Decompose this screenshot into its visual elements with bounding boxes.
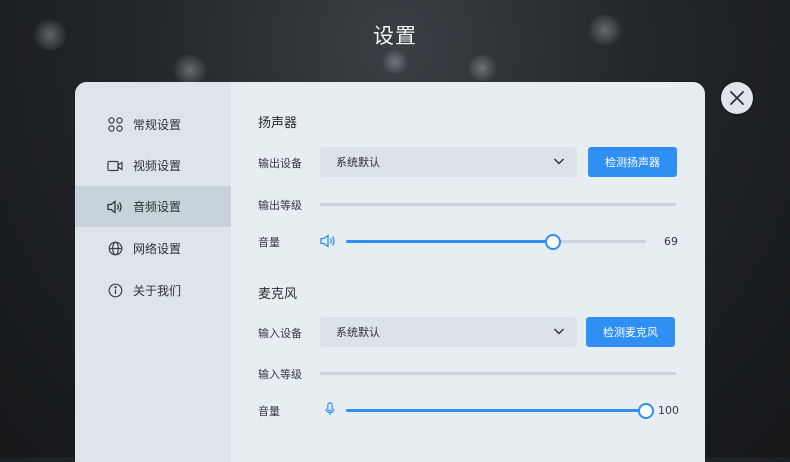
sidebar-item-label: 网络设置 — [133, 242, 182, 256]
sidebar-item-label: 常规设置 — [133, 118, 182, 132]
chevron-down-icon — [554, 158, 564, 165]
microphone-volume-handle[interactable] — [638, 403, 654, 419]
output-level-meter — [320, 203, 676, 206]
microphone-volume-value: 100 — [658, 404, 679, 417]
ceiling-light — [380, 50, 410, 74]
speaker-volume-icon — [320, 234, 335, 248]
microphone-volume-fill — [346, 409, 646, 412]
close-icon — [730, 91, 744, 105]
microphone-section-title: 麦克风 — [258, 287, 298, 302]
ceiling-light — [170, 55, 210, 85]
page-title: 设置 — [373, 24, 417, 48]
input-device-label: 输入设备 — [258, 327, 302, 340]
speaker-volume-handle[interactable] — [545, 234, 561, 250]
output-device-label: 输出设备 — [258, 157, 302, 170]
speaker-volume-slider[interactable] — [346, 234, 646, 250]
output-level-label: 输出等级 — [258, 199, 302, 212]
input-device-select[interactable]: 系统默认 — [320, 317, 577, 347]
sidebar-item-label: 视频设置 — [133, 159, 182, 173]
test-speaker-button[interactable]: 检测扬声器 — [588, 147, 677, 177]
audio-settings-content: 扬声器 输出设备 系统默认 检测扬声器 输出等级 音量 69 麦克风 输入设备 … — [258, 82, 679, 462]
video-camera-icon — [107, 158, 123, 174]
test-microphone-button[interactable]: 检测麦克风 — [586, 317, 675, 347]
input-level-meter — [320, 372, 676, 375]
close-button[interactable] — [721, 82, 753, 114]
speaker-volume-value: 69 — [664, 235, 678, 248]
settings-sidebar: 常规设置 视频设置 音频设置 网络设置 关于我们 — [75, 82, 231, 462]
grid-icon — [107, 117, 123, 133]
input-device-value: 系统默认 — [336, 326, 380, 339]
microphone-volume-label: 音量 — [258, 405, 280, 418]
globe-icon — [107, 241, 123, 257]
sidebar-item-label: 音频设置 — [133, 200, 182, 214]
microphone-icon — [325, 402, 335, 416]
chevron-down-icon — [554, 328, 564, 335]
input-level-label: 输入等级 — [258, 368, 302, 381]
output-device-value: 系统默认 — [336, 156, 380, 169]
output-device-select[interactable]: 系统默认 — [320, 147, 577, 177]
sidebar-item-audio[interactable]: 音频设置 — [75, 186, 231, 227]
speaker-icon — [107, 199, 123, 215]
info-icon — [107, 283, 123, 299]
sidebar-item-general[interactable]: 常规设置 — [75, 104, 231, 145]
ceiling-light — [465, 55, 499, 81]
microphone-volume-slider[interactable] — [346, 403, 654, 419]
sidebar-item-network[interactable]: 网络设置 — [75, 228, 231, 269]
sidebar-item-about[interactable]: 关于我们 — [75, 270, 231, 311]
settings-panel: 常规设置 视频设置 音频设置 网络设置 关于我们 扬声器 输出设备 系统默认 检… — [75, 82, 705, 462]
sidebar-item-label: 关于我们 — [133, 284, 182, 298]
sidebar-item-video[interactable]: 视频设置 — [75, 145, 231, 186]
speaker-section-title: 扬声器 — [258, 116, 298, 131]
speaker-volume-label: 音量 — [258, 236, 280, 249]
speaker-volume-fill — [346, 240, 553, 243]
